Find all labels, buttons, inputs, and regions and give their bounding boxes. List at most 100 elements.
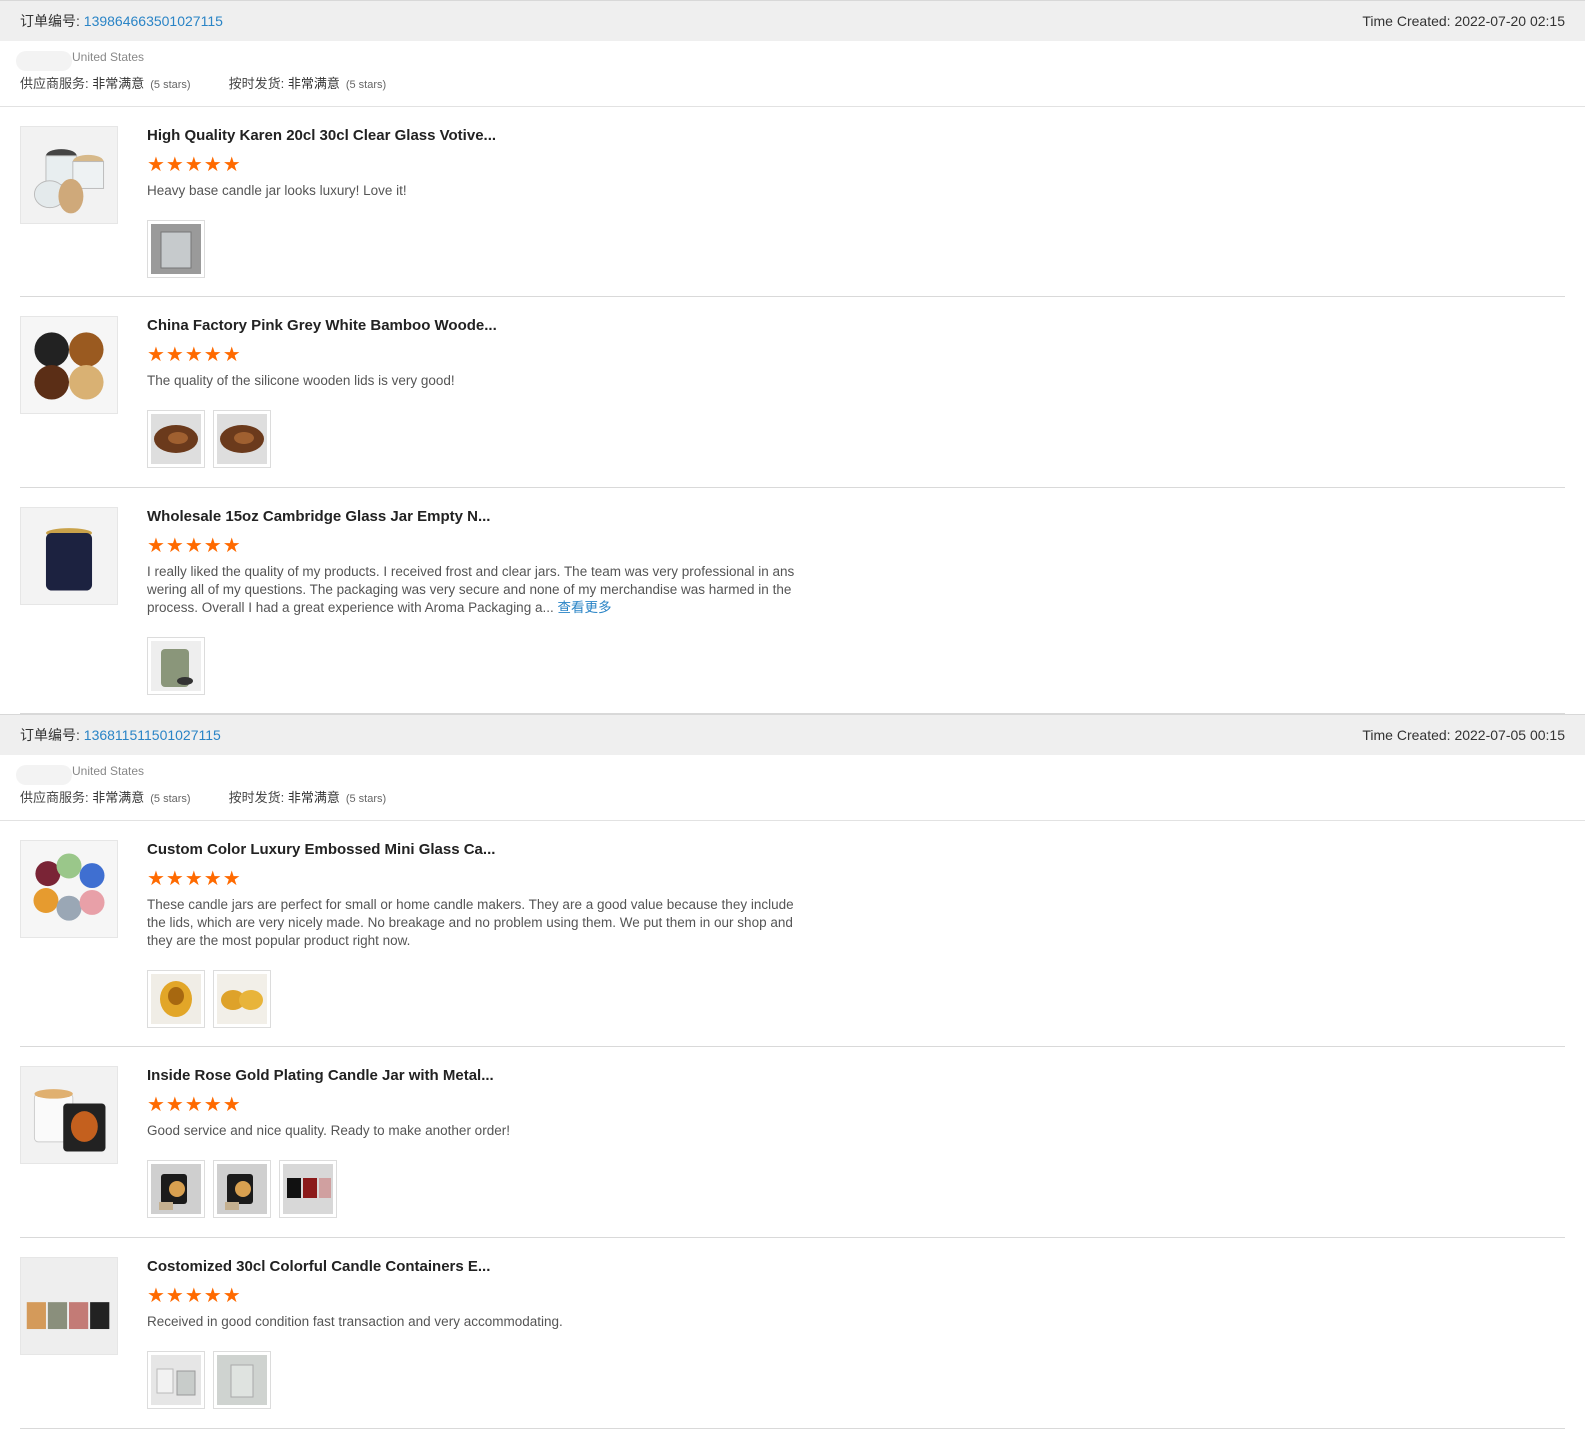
order-block: 订单编号: 136811511501027115 Time Created: 2… (0, 714, 1585, 1429)
product-title[interactable]: High Quality Karen 20cl 30cl Clear Glass… (147, 126, 1565, 146)
review-content: Custom Color Luxury Embossed Mini Glass … (147, 840, 1565, 1028)
product-title[interactable]: Wholesale 15oz Cambridge Glass Jar Empty… (147, 507, 1565, 527)
on-time-delivery-rating: 按时发货: 非常满意 (5 stars) (229, 787, 387, 806)
time-created-label: Time Created: (1362, 727, 1455, 743)
supplier-service-rating: 供应商服务: 非常满意 (5 stars) (20, 73, 191, 92)
supplier-service-rating: 供应商服务: 非常满意 (5 stars) (20, 787, 191, 806)
review-comment: Received in good condition fast transact… (147, 1313, 797, 1331)
review-content: Inside Rose Gold Plating Candle Jar with… (147, 1066, 1565, 1218)
order-number-link[interactable]: 139864663501027115 (84, 13, 223, 29)
review-comment: Good service and nice quality. Ready to … (147, 1122, 797, 1140)
review-photo[interactable] (213, 410, 271, 468)
order-number-label: 订单编号: (20, 727, 84, 743)
view-more-link[interactable]: 查看更多 (557, 600, 611, 615)
review-content: China Factory Pink Grey White Bamboo Woo… (147, 316, 1565, 468)
star-rating: ★★★★★ (147, 535, 242, 557)
supplier-service-level: 非常满意 (92, 76, 145, 91)
review-item: China Factory Pink Grey White Bamboo Woo… (20, 297, 1565, 488)
on-time-delivery-stars: (5 stars) (345, 793, 387, 805)
review-comment: I really liked the quality of my product… (147, 563, 797, 617)
review-photo[interactable] (147, 1351, 205, 1409)
review-item: Custom Color Luxury Embossed Mini Glass … (20, 821, 1565, 1047)
order-number: 订单编号: 139864663501027115 (20, 11, 223, 31)
supplier-service-stars: (5 stars) (150, 793, 191, 805)
review-comment-text: I really liked the quality of my product… (147, 564, 795, 615)
review-photo[interactable] (279, 1160, 337, 1218)
review-comment-text: The quality of the silicone wooden lids … (147, 373, 455, 388)
review-comment: Heavy base candle jar looks luxury! Love… (147, 182, 797, 200)
review-content: Costomized 30cl Colorful Candle Containe… (147, 1257, 1565, 1409)
buyer-country: United States (72, 764, 145, 778)
review-photo[interactable] (213, 1351, 271, 1409)
star-rating: ★★★★★ (147, 154, 242, 176)
review-photo[interactable] (147, 970, 205, 1028)
product-title[interactable]: China Factory Pink Grey White Bamboo Woo… (147, 316, 1565, 336)
review-item: High Quality Karen 20cl 30cl Clear Glass… (20, 107, 1565, 297)
buyer-name-blurred (16, 765, 72, 785)
product-title[interactable]: Custom Color Luxury Embossed Mini Glass … (147, 840, 1565, 860)
star-rating: ★★★★★ (147, 1285, 242, 1307)
star-rating: ★★★★★ (147, 868, 242, 890)
time-created-value: 2022-07-05 00:15 (1454, 727, 1565, 743)
seller-ratings: 供应商服务: 非常满意 (5 stars) 按时发货: 非常满意 (5 stars) (20, 73, 1585, 92)
review-comment-text: Heavy base candle jar looks luxury! Love… (147, 183, 407, 198)
review-photo[interactable] (147, 637, 205, 695)
supplier-service-label: 供应商服务: (20, 76, 93, 91)
product-thumbnail[interactable] (20, 1257, 118, 1355)
buyer-info: United States 供应商服务: 非常满意 (5 stars) 按时发货:… (0, 755, 1585, 821)
review-photos (147, 970, 1565, 1028)
on-time-delivery-rating: 按时发货: 非常满意 (5 stars) (229, 73, 387, 92)
buyer-name-blurred (16, 51, 72, 71)
buyer-info: United States 供应商服务: 非常满意 (5 stars) 按时发货:… (0, 41, 1585, 107)
on-time-delivery-stars: (5 stars) (345, 79, 387, 91)
review-item: Inside Rose Gold Plating Candle Jar with… (20, 1047, 1565, 1238)
review-photos (147, 410, 1565, 468)
review-comment-text: Received in good condition fast transact… (147, 1314, 563, 1329)
product-thumbnail[interactable] (20, 507, 118, 605)
on-time-delivery-level: 非常满意 (287, 76, 340, 91)
time-created: Time Created: 2022-07-20 02:15 (1362, 13, 1565, 29)
product-title[interactable]: Inside Rose Gold Plating Candle Jar with… (147, 1066, 1565, 1086)
star-rating: ★★★★★ (147, 1094, 242, 1116)
review-content: Wholesale 15oz Cambridge Glass Jar Empty… (147, 507, 1565, 695)
review-comment-text: These candle jars are perfect for small … (147, 897, 794, 948)
order-number: 订单编号: 136811511501027115 (20, 725, 221, 745)
product-thumbnail[interactable] (20, 840, 118, 938)
review-photos (147, 1160, 1565, 1218)
review-photos (147, 1351, 1565, 1409)
order-number-label: 订单编号: (20, 13, 84, 29)
review-photos (147, 220, 1565, 278)
on-time-delivery-level: 非常满意 (287, 790, 340, 805)
product-thumbnail[interactable] (20, 126, 118, 224)
review-item: Costomized 30cl Colorful Candle Containe… (20, 1238, 1565, 1429)
order-header: 订单编号: 139864663501027115 Time Created: 2… (0, 1, 1585, 41)
review-item: Wholesale 15oz Cambridge Glass Jar Empty… (20, 488, 1565, 714)
time-created: Time Created: 2022-07-05 00:15 (1362, 727, 1565, 743)
order-block: 订单编号: 139864663501027115 Time Created: 2… (0, 0, 1585, 714)
review-photo[interactable] (147, 1160, 205, 1218)
time-created-label: Time Created: (1362, 13, 1455, 29)
review-comment-text: Good service and nice quality. Ready to … (147, 1123, 510, 1138)
on-time-delivery-label: 按时发货: (228, 790, 288, 805)
review-photo[interactable] (213, 1160, 271, 1218)
order-header: 订单编号: 136811511501027115 Time Created: 2… (0, 715, 1585, 755)
time-created-value: 2022-07-20 02:15 (1454, 13, 1565, 29)
product-title[interactable]: Costomized 30cl Colorful Candle Containe… (147, 1257, 1565, 1277)
review-photo[interactable] (147, 220, 205, 278)
review-comment: These candle jars are perfect for small … (147, 896, 797, 950)
review-photo[interactable] (147, 410, 205, 468)
supplier-service-stars: (5 stars) (150, 79, 191, 91)
product-thumbnail[interactable] (20, 1066, 118, 1164)
seller-ratings: 供应商服务: 非常满意 (5 stars) 按时发货: 非常满意 (5 stars) (20, 787, 1585, 806)
star-rating: ★★★★★ (147, 344, 242, 366)
supplier-service-level: 非常满意 (92, 790, 145, 805)
order-number-link[interactable]: 136811511501027115 (84, 727, 221, 743)
on-time-delivery-label: 按时发货: (228, 76, 288, 91)
product-thumbnail[interactable] (20, 316, 118, 414)
review-photos (147, 637, 1565, 695)
buyer-country: United States (72, 50, 145, 64)
order-reviews-list: 订单编号: 139864663501027115 Time Created: 2… (0, 0, 1585, 1429)
supplier-service-label: 供应商服务: (20, 790, 93, 805)
review-content: High Quality Karen 20cl 30cl Clear Glass… (147, 126, 1565, 278)
review-photo[interactable] (213, 970, 271, 1028)
